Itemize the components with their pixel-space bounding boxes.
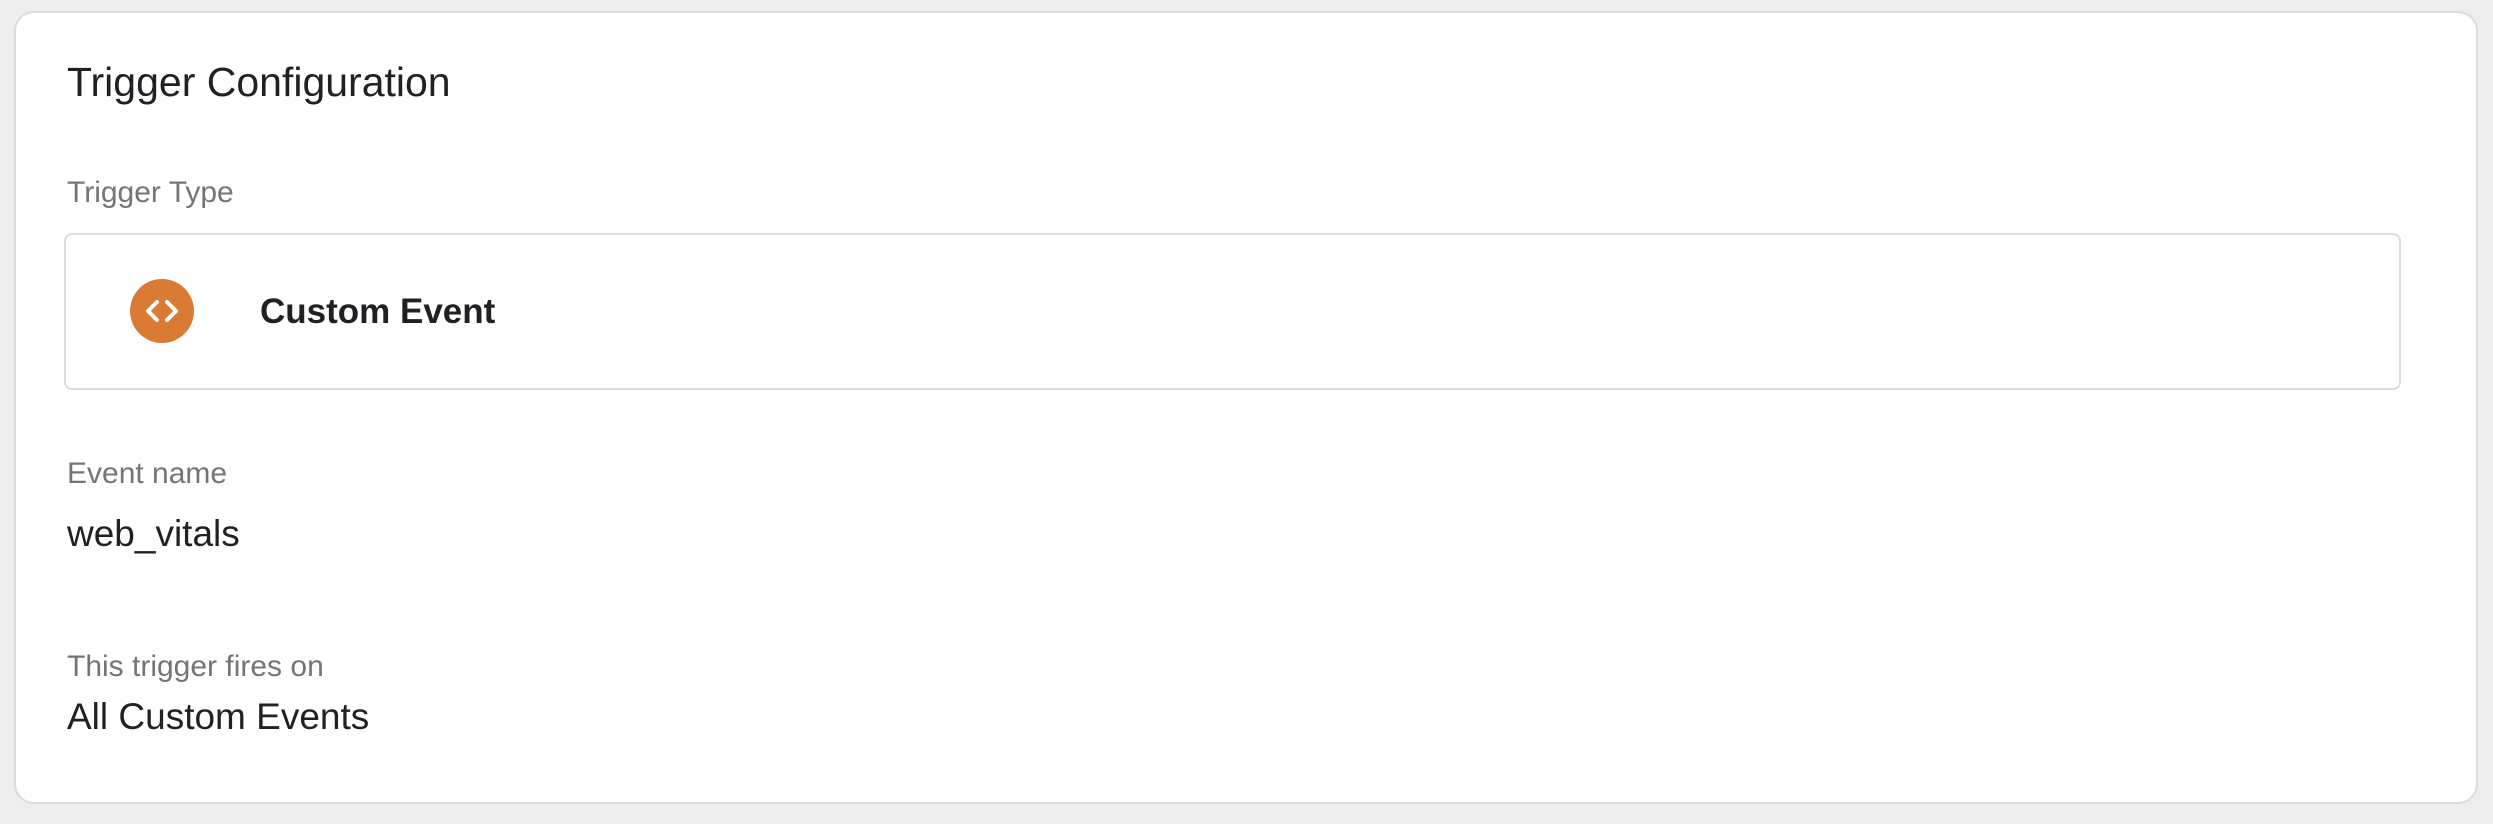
fires-on-label: This trigger fires on (67, 650, 324, 683)
trigger-type-name: Custom Event (260, 292, 496, 331)
trigger-configuration-card (14, 11, 2478, 804)
fires-on-value: All Custom Events (67, 696, 370, 737)
card-title: Trigger Configuration (67, 59, 451, 105)
code-brackets-icon (130, 279, 194, 343)
event-name-label: Event name (67, 457, 228, 490)
event-name-value: web_vitals (67, 513, 240, 554)
trigger-type-label: Trigger Type (67, 176, 234, 209)
